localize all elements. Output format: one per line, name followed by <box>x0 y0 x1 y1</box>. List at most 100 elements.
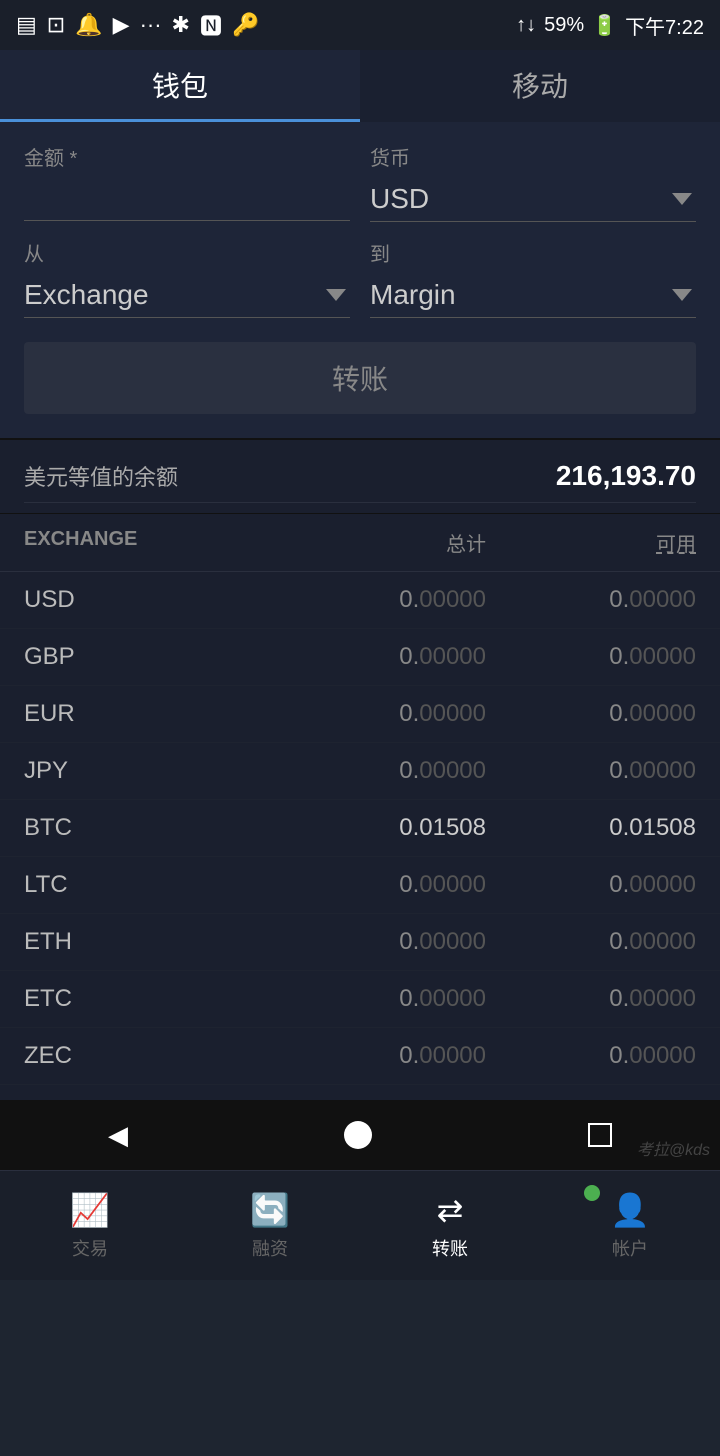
row-total-text: 0. <box>399 1042 419 1069</box>
status-icon-send: ▶ <box>113 12 130 38</box>
status-icon-1: ▤ <box>16 12 37 38</box>
row-currency: EUR <box>24 700 276 728</box>
row-avail-decimal: 00000 <box>629 643 696 670</box>
col-available-header: 可用 <box>486 528 696 557</box>
status-icon-dots: ··· <box>140 12 162 38</box>
from-label: 从 <box>24 238 350 267</box>
bottom-nav: 📈 交易 🔄 融资 ⇄ 转账 👤 帐户 <box>0 1170 720 1280</box>
currency-select[interactable]: USD <box>370 177 696 222</box>
row-avail-highlight: 0.01508 <box>609 814 696 841</box>
table-row: BTC 0.01508 0.01508 <box>0 800 720 857</box>
amount-group: 金额 * <box>24 142 350 222</box>
nav-finance[interactable]: 🔄 融资 <box>180 1171 360 1280</box>
row-total-highlight: 0.01508 <box>399 814 486 841</box>
trading-label: 交易 <box>72 1235 108 1261</box>
balance-label: 美元等值的余额 <box>24 460 178 492</box>
currency-value: USD <box>370 183 429 215</box>
row-total-decimal: 00000 <box>419 871 486 898</box>
back-button[interactable]: ◀ <box>108 1120 128 1151</box>
row-available: 0.00000 <box>486 643 696 671</box>
row-total-text: 0. <box>399 871 419 898</box>
nav-trading[interactable]: 📈 交易 <box>0 1171 180 1280</box>
row-currency: USD <box>24 586 276 614</box>
row-total-decimal: 00000 <box>419 928 486 955</box>
transfer-form: 金额 * 货币 USD 从 Exchange <box>0 122 720 440</box>
row-available: 0.00000 <box>486 757 696 785</box>
to-dropdown-arrow <box>672 289 692 301</box>
table-row: ZEC 0.00000 0.00000 <box>0 1028 720 1085</box>
table-row: EUR 0.00000 0.00000 <box>0 686 720 743</box>
balance-section: 美元等值的余额 216,193.70 <box>0 440 720 514</box>
status-bar: ▤ ⊡ 🔔 ▶ ··· ✱ 🅽 🔑 ↑↓ 59% 🔋 下午7:22 <box>0 0 720 50</box>
online-dot <box>584 1185 600 1201</box>
tab-wallet[interactable]: 钱包 <box>0 50 360 122</box>
row-avail-text: 0. <box>609 928 629 955</box>
row-total: 0.01508 <box>276 814 486 842</box>
account-label: 帐户 <box>612 1235 648 1261</box>
account-icon: 👤 <box>610 1191 650 1229</box>
recents-button[interactable] <box>588 1123 612 1147</box>
watermark: 考拉@kds <box>637 1136 710 1160</box>
row-available: 0.00000 <box>486 1042 696 1070</box>
row-available: 0.00000 <box>486 871 696 899</box>
row-total-text: 0. <box>399 928 419 955</box>
row-available: 0.00000 <box>486 928 696 956</box>
row-total-text: 0. <box>399 985 419 1012</box>
row-avail-text: 0. <box>609 700 629 727</box>
row-total-decimal: 00000 <box>419 700 486 727</box>
amount-label: 金额 * <box>24 142 350 171</box>
row-total: 0.00000 <box>276 985 486 1013</box>
tab-move[interactable]: 移动 <box>360 50 720 122</box>
to-select[interactable]: Margin <box>370 273 696 318</box>
row-total: 0.00000 <box>276 1042 486 1070</box>
trading-icon: 📈 <box>70 1191 110 1229</box>
row-available: 0.01508 <box>486 814 696 842</box>
transfer-button[interactable]: 转账 <box>24 342 696 414</box>
table-row: JPY 0.00000 0.00000 <box>0 743 720 800</box>
row-avail-decimal: 00000 <box>629 985 696 1012</box>
row-avail-decimal: 00000 <box>629 871 696 898</box>
from-group: 从 Exchange <box>24 238 350 318</box>
row-available: 0.00000 <box>486 985 696 1013</box>
row-total-text: 0. <box>399 643 419 670</box>
row-total-text: 0. <box>399 700 419 727</box>
row-avail-text: 0. <box>609 586 629 613</box>
transfer-icon: ⇄ <box>437 1191 464 1229</box>
top-tab-bar: 钱包 移动 <box>0 50 720 122</box>
row-avail-text: 0. <box>609 1042 629 1069</box>
row-avail-decimal: 00000 <box>629 586 696 613</box>
row-total-text: 0. <box>399 586 419 613</box>
currency-group: 货币 USD <box>370 142 696 222</box>
row-total-decimal: 00000 <box>419 586 486 613</box>
to-label: 到 <box>370 238 696 267</box>
nav-account[interactable]: 👤 帐户 <box>540 1171 720 1280</box>
currency-label: 货币 <box>370 142 696 171</box>
system-nav-bar: ◀ 考拉@kds <box>0 1100 720 1170</box>
row-available: 0.00000 <box>486 586 696 614</box>
home-button[interactable] <box>344 1121 372 1149</box>
row-currency: LTC <box>24 871 276 899</box>
row-available: 0.00000 <box>486 700 696 728</box>
row-avail-text: 0. <box>609 985 629 1012</box>
status-right: ↑↓ 59% 🔋 下午7:22 <box>516 11 704 40</box>
table-header: EXCHANGE 总计 可用 <box>0 514 720 572</box>
to-value: Margin <box>370 279 456 311</box>
row-avail-decimal: 00000 <box>629 700 696 727</box>
time-display: 下午7:22 <box>625 11 704 40</box>
finance-icon: 🔄 <box>250 1191 290 1229</box>
signal-icon: ↑↓ <box>516 14 536 37</box>
table-row: USD 0.00000 0.00000 <box>0 572 720 629</box>
col-total-header: 总计 <box>276 528 486 557</box>
amount-input[interactable] <box>24 177 350 221</box>
to-group: 到 Margin <box>370 238 696 318</box>
row-avail-decimal: 00000 <box>629 757 696 784</box>
row-total-decimal: 00000 <box>419 643 486 670</box>
from-select[interactable]: Exchange <box>24 273 350 318</box>
currency-dropdown-arrow <box>672 193 692 205</box>
row-total: 0.00000 <box>276 643 486 671</box>
row-avail-text: 0. <box>609 871 629 898</box>
nav-transfer[interactable]: ⇄ 转账 <box>360 1171 540 1280</box>
row-total: 0.00000 <box>276 928 486 956</box>
battery-percent: 59% <box>544 14 584 37</box>
row-currency: JPY <box>24 757 276 785</box>
